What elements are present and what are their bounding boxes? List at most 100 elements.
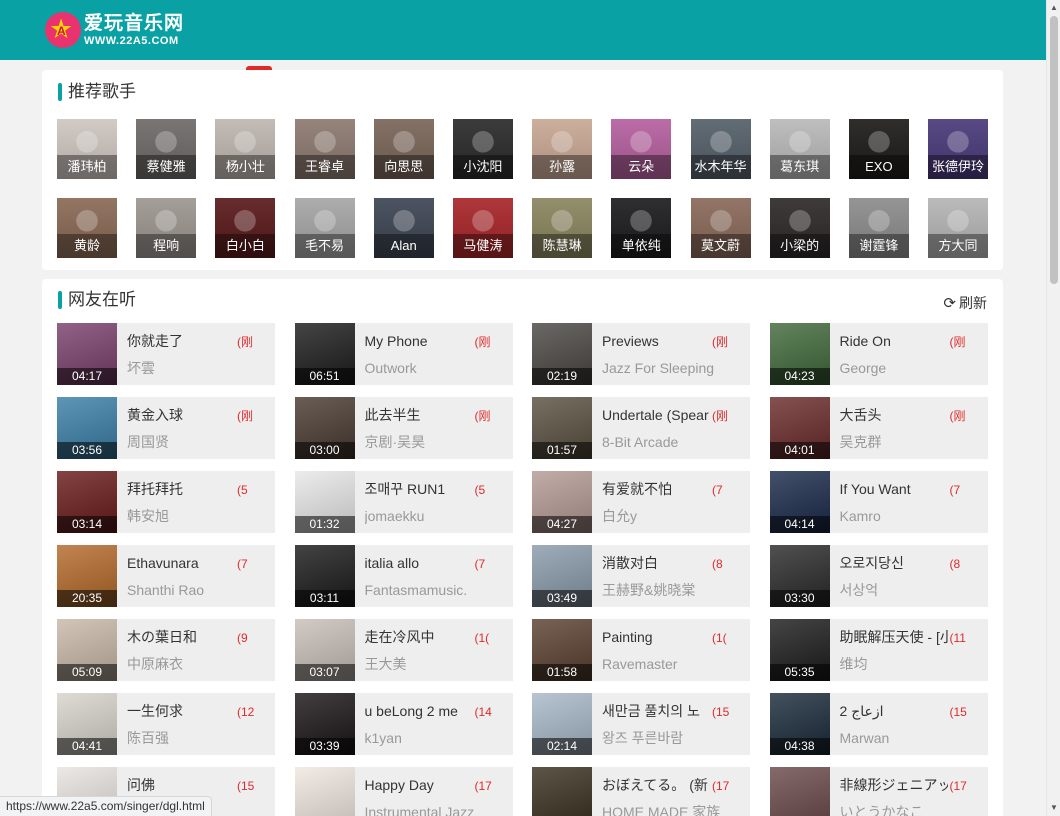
song-title[interactable]: 此去半生 [365,407,473,424]
song-title[interactable]: 你就走了 [127,333,235,350]
song-cover[interactable]: 01:58 [532,619,592,681]
artist-tile[interactable]: 谢霆锋 [848,198,909,258]
song-card[interactable]: 20:35 Ethavunara (7 Shanthi Rao [57,545,275,607]
song-cover[interactable]: 04:23 [769,323,830,385]
song-card[interactable]: 04:41 一生何求 (12 陈百强 [57,693,275,755]
song-title[interactable]: Painting [602,629,710,646]
song-card[interactable]: 03:00 此去半生 (刚 京剧·吴昊 [294,397,513,459]
site-logo[interactable]: ★ A 爱玩音乐网 WWW.22A5.COM [45,12,184,48]
song-cover[interactable]: 06:51 [294,323,355,385]
song-title[interactable]: 木の葉日和 [127,629,235,646]
song-title[interactable]: 一生何求 [127,703,235,720]
song-title[interactable]: 黄金入球 [127,407,235,424]
song-artist[interactable]: 维均 [840,656,980,673]
song-title[interactable]: 问佛 [127,777,235,794]
song-cover[interactable]: 20:35 [57,545,117,607]
song-artist[interactable]: Ravemaster [602,656,742,673]
song-cover[interactable]: 03:00 [294,397,355,459]
song-title[interactable]: おぼえてる。 (新 [602,777,710,794]
song-title[interactable]: 조매꾸 RUN1 [365,481,473,498]
song-cover[interactable] [294,767,355,816]
song-card[interactable]: 03:39 u beLong 2 me (14 k1yan [294,693,513,755]
song-title[interactable]: 오로지당신 [840,555,948,572]
song-title[interactable]: 2 ازعاج [840,703,948,720]
artist-tile[interactable]: 云朵 [611,119,672,179]
song-cover[interactable]: 01:57 [532,397,592,459]
song-card[interactable]: 01:32 조매꾸 RUN1 (5 jomaekku [294,471,513,533]
song-cover[interactable]: 03:49 [532,545,592,607]
song-cover[interactable]: 02:19 [532,323,592,385]
song-cover[interactable]: 02:14 [532,693,592,755]
song-card[interactable]: 06:51 My Phone (刚 Outwork [294,323,513,385]
song-card[interactable]: 04:01 大舌头 (刚 吴克群 [769,397,988,459]
song-title[interactable]: 새만금 풀치의 노 [602,703,710,720]
artist-tile[interactable]: 孙露 [532,119,593,179]
artist-tile[interactable]: 水木年华 [690,119,751,179]
song-card[interactable]: 04:14 If You Want (7 Kamro [769,471,988,533]
song-artist[interactable]: 王大美 [365,656,505,673]
song-card[interactable]: おぼえてる。 (新 (17 HOME MADE 家族 [532,767,750,816]
song-card[interactable]: 02:19 Previews (刚 Jazz For Sleeping [532,323,750,385]
song-artist[interactable]: Fantasmamusic. [365,582,505,599]
artist-tile[interactable]: 小梁的 [769,198,830,258]
song-artist[interactable]: 白允y [602,508,742,525]
artist-tile[interactable]: 杨小壮 [215,119,276,179]
song-artist[interactable]: 王赫野&姚晓棠 [602,582,742,599]
song-title[interactable]: 非線形ジェニアッ [840,777,948,794]
song-title[interactable]: My Phone [365,333,473,350]
refresh-button[interactable]: ⟳ 刷新 [943,293,987,313]
song-artist[interactable]: いとうかなこ [840,804,980,816]
artist-tile[interactable]: 葛东琪 [769,119,830,179]
song-card[interactable]: 03:30 오로지당신 (8 서상억 [769,545,988,607]
artist-tile[interactable]: 蔡健雅 [136,119,197,179]
artist-tile[interactable]: 向思思 [373,119,434,179]
scroll-down-icon[interactable]: ▼ [1049,803,1059,813]
song-artist[interactable]: 吴克群 [840,434,980,451]
song-artist[interactable]: Shanthi Rao [127,582,267,599]
song-cover[interactable] [769,767,830,816]
song-cover[interactable]: 04:01 [769,397,830,459]
page-scrollbar[interactable]: ▲ ▼ [1046,0,1060,816]
song-artist[interactable]: 京剧·吴昊 [365,434,505,451]
song-card[interactable]: 03:14 拜托拜托 (5 韩安旭 [57,471,275,533]
song-cover[interactable]: 01:32 [294,471,355,533]
song-card[interactable]: 04:17 你就走了 (刚 坏雲 [57,323,275,385]
song-title[interactable]: 走在冷风中 [365,629,473,646]
song-title[interactable]: 助眠解压天使 - [小 [840,629,948,646]
artist-tile[interactable]: 潘玮柏 [57,119,117,179]
song-artist[interactable]: Jazz For Sleeping [602,360,742,377]
scrollbar-thumb[interactable] [1050,16,1058,284]
song-artist[interactable]: 陈百强 [127,730,267,747]
song-title[interactable]: u beLong 2 me [365,703,473,720]
song-cover[interactable]: 03:07 [294,619,355,681]
song-title[interactable]: Happy Day [365,777,473,794]
song-title[interactable]: 大舌头 [840,407,948,424]
song-card[interactable]: 05:35 助眠解压天使 - [小 (11 维均 [769,619,988,681]
artist-tile[interactable]: EXO [848,119,909,179]
song-cover[interactable]: 03:39 [294,693,355,755]
song-card[interactable]: 03:49 消散对白 (8 王赫野&姚晓棠 [532,545,750,607]
song-artist[interactable]: 8-Bit Arcade [602,434,742,451]
artist-tile[interactable]: 单依纯 [611,198,672,258]
artist-tile[interactable]: 黄龄 [57,198,117,258]
song-card[interactable]: Happy Day (17 Instrumental Jazz [294,767,513,816]
song-card[interactable]: 02:14 새만금 풀치의 노 (15 왕즈 푸른바람 [532,693,750,755]
song-card[interactable]: 04:38 2 ازعاج (15 Marwan [769,693,988,755]
song-card[interactable]: 01:58 Painting (1(Ravemaster [532,619,750,681]
song-artist[interactable]: 왕즈 푸른바람 [602,730,742,747]
artist-tile[interactable]: 莫文蔚 [690,198,751,258]
song-title[interactable]: 拜托拜托 [127,481,235,498]
song-cover[interactable]: 05:35 [769,619,830,681]
song-artist[interactable]: 韩安旭 [127,508,267,525]
song-artist[interactable]: HOME MADE 家族 [602,804,742,816]
artist-tile[interactable]: 毛不易 [294,198,355,258]
song-card[interactable]: 非線形ジェニアッ (17 いとうかなこ [769,767,988,816]
song-cover[interactable]: 04:27 [532,471,592,533]
song-title[interactable]: If You Want [840,481,948,498]
artist-tile[interactable]: 小沈阳 [452,119,513,179]
song-artist[interactable]: 坏雲 [127,360,267,377]
song-title[interactable]: Ethavunara [127,555,235,572]
song-cover[interactable]: 04:38 [769,693,830,755]
song-artist[interactable]: Outwork [365,360,505,377]
song-artist[interactable]: jomaekku [365,508,505,525]
